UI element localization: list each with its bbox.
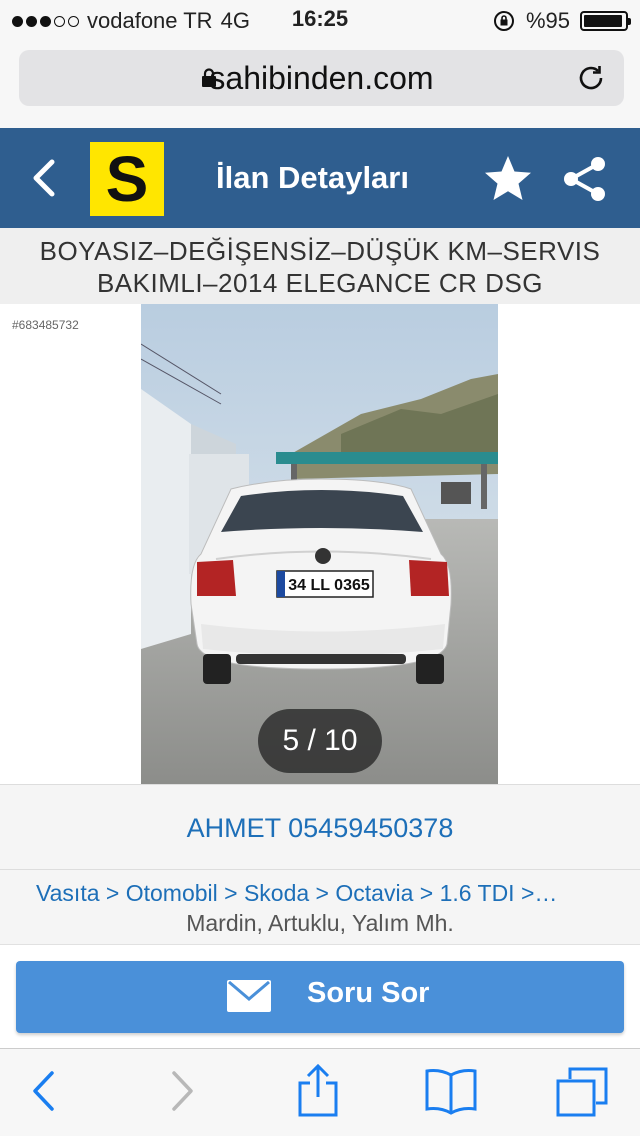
ask-question-label: Soru Sor [307, 977, 430, 1009]
share-sheet-icon[interactable] [296, 1063, 340, 1117]
ask-question-button[interactable]: Soru Sor [16, 961, 624, 1033]
mail-icon [227, 980, 271, 1012]
browser-address-area: sahibinden.com [0, 40, 640, 128]
breadcrumb[interactable]: Vasıta > Otomobil > Skoda > Octavia > 1.… [36, 880, 606, 907]
bookmarks-icon[interactable] [424, 1067, 478, 1115]
star-icon[interactable] [482, 154, 534, 204]
listing-title: BOYASIZ–DEĞİŞENSİZ–DÜŞÜK KM–SERVIS BAKIM… [0, 228, 640, 304]
address-bar[interactable]: sahibinden.com [19, 50, 624, 106]
back-arrow-icon[interactable] [30, 1069, 56, 1113]
photo-counter: 5 / 10 [258, 709, 382, 773]
browser-toolbar [0, 1048, 640, 1136]
seller-contact-link[interactable]: AHMET 05459450378 [0, 784, 640, 870]
share-icon[interactable] [560, 154, 610, 204]
chevron-left-icon[interactable] [28, 158, 58, 198]
cta-area: Soru Sor [0, 944, 640, 1048]
listing-title-line2: BAKIMLI–2014 ELEGANCE CR DSG [96, 268, 544, 298]
battery-percent: %95 [525, 8, 570, 33]
listing-location: Mardin, Artuklu, Yalım Mh. [186, 910, 454, 936]
address-domain: sahibinden.com [209, 60, 434, 96]
status-right: %95 [492, 6, 631, 36]
listing-id: #683485732 [12, 318, 79, 332]
photo-gallery[interactable]: #683485732 34 LL 0365 5 / 10 [0, 304, 640, 784]
rotation-lock-icon [493, 11, 514, 31]
category-breadcrumb-area: Vasıta > Otomobil > Skoda > Octavia > 1.… [0, 870, 640, 944]
reload-icon[interactable] [576, 63, 606, 93]
battery-icon [580, 11, 631, 31]
listing-title-line1: BOYASIZ–DEĞİŞENSİZ–DÜŞÜK KM–SERVIS [39, 236, 601, 266]
license-plate: 34 LL 0365 [288, 577, 370, 594]
forward-arrow-icon[interactable] [170, 1069, 196, 1113]
page-title: İlan Detayları [216, 160, 409, 195]
app-header: S İlan Detayları [0, 128, 640, 228]
sahibinden-logo[interactable]: S [90, 142, 164, 216]
tabs-icon[interactable] [556, 1067, 608, 1117]
status-bar: vodafone TR 4G 16:25 %95 [0, 0, 640, 40]
